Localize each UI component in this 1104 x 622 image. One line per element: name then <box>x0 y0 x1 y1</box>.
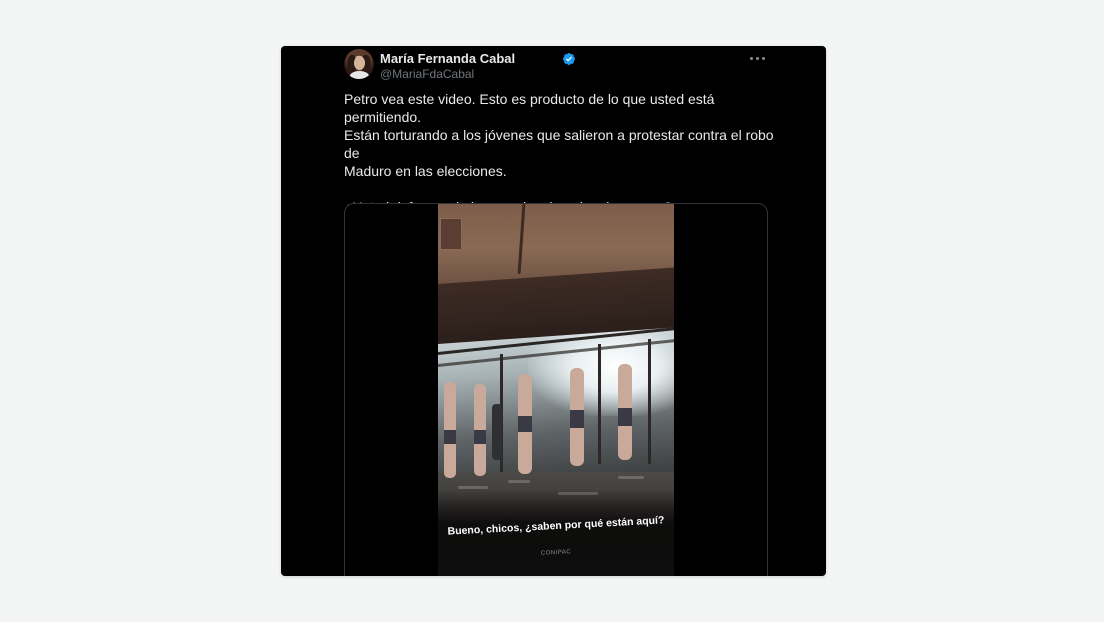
video-scene-person-shorts <box>474 430 486 444</box>
video-scene-debris <box>508 480 530 483</box>
video-scene-person-shorts <box>518 416 532 432</box>
video-scene-person-shorts <box>618 408 632 426</box>
verified-badge-icon <box>563 53 575 65</box>
author-display-name[interactable]: María Fernanda Cabal <box>380 51 515 67</box>
video-scene-post <box>648 339 651 464</box>
more-dot <box>756 57 759 60</box>
video-scene-debris <box>618 476 644 479</box>
more-horizontal-icon[interactable] <box>748 51 768 65</box>
video-scene-poster <box>440 218 462 250</box>
video-scene-person-shorts <box>444 430 456 444</box>
avatar-face <box>354 56 365 70</box>
tweet-text: Petro vea este video. Esto es producto d… <box>344 90 774 216</box>
media-container[interactable]: Bueno, chicos, ¿saben por qué están aquí… <box>344 203 768 576</box>
video-scene-post <box>598 344 601 464</box>
tweet-text-paragraph: Petro vea este video. Esto es producto d… <box>344 91 774 179</box>
avatar[interactable] <box>344 49 374 79</box>
tweet-header: María Fernanda Cabal @MariaFdaCabal <box>344 49 768 81</box>
avatar-shirt <box>350 71 369 79</box>
more-dot <box>762 57 765 60</box>
video-scene-guard <box>492 404 502 460</box>
author-handle[interactable]: @MariaFdaCabal <box>380 67 474 82</box>
more-dot <box>750 57 753 60</box>
tweet-card[interactable]: María Fernanda Cabal @MariaFdaCabal Petr… <box>281 46 826 576</box>
video-player[interactable]: Bueno, chicos, ¿saben por qué están aquí… <box>438 204 674 576</box>
video-scene-person-shorts <box>570 410 584 428</box>
